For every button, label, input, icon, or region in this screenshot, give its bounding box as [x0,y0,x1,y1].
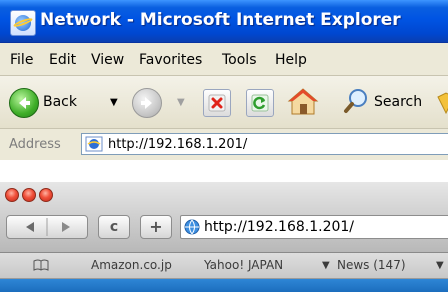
bookmark-yahoo[interactable]: Yahoo! JAPAN [204,258,283,272]
news-dropdown-icon[interactable]: ▼ [322,260,330,271]
menu-help[interactable]: Help [275,52,307,68]
ie-title-bar: Network - Microsoft Internet Explorer [0,0,448,43]
bookmark-news[interactable]: News (147) [337,258,406,272]
separator-gap [0,160,448,182]
menu-favorites[interactable]: Favorites [139,52,202,68]
safari-address-text[interactable]: http://192.168.1.201/ [204,219,354,235]
page-content-strip [0,279,448,292]
forward-button[interactable] [132,88,162,118]
minimize-window-button[interactable] [22,188,36,202]
bookmark-amazon[interactable]: Amazon.co.jp [91,258,172,272]
home-icon[interactable] [287,86,319,116]
ie-address-text[interactable]: http://192.168.1.201/ [108,137,247,152]
ie-window-title: Network - Microsoft Internet Explorer [40,10,401,30]
search-label[interactable]: Search [374,94,422,110]
safari-toolbar: c + http://192.168.1.201/ [0,182,448,253]
favorites-star-icon[interactable] [436,89,448,115]
back-button[interactable] [9,88,39,118]
address-label: Address [9,137,61,152]
refresh-icon [251,94,269,112]
stop-button[interactable] [203,89,231,117]
close-window-button[interactable] [5,188,19,202]
back-label: Back [43,94,77,110]
menu-file[interactable]: File [10,52,33,68]
safari-forward-icon[interactable] [59,221,73,233]
search-icon[interactable] [343,87,371,115]
reload-button[interactable]: c [98,215,130,239]
safari-window: c + http://192.168.1.201/ Amazon.co.jp Y… [0,182,448,292]
ie-page-icon [85,136,103,152]
ie-menu-bar: File Edit View Favorites Tools Help [0,43,448,76]
news-more-icon[interactable]: ▼ [436,260,444,271]
menu-edit[interactable]: Edit [49,52,76,68]
zoom-window-button[interactable] [39,188,53,202]
safari-back-icon[interactable] [23,221,37,233]
menu-view[interactable]: View [91,52,124,68]
stop-icon [208,94,226,112]
back-dropdown-icon[interactable]: ▼ [110,97,118,108]
back-forward-group [6,215,88,239]
refresh-button[interactable] [246,89,274,117]
forward-dropdown-icon[interactable]: ▼ [177,97,185,108]
back-arrow-icon [19,97,30,109]
menu-tools[interactable]: Tools [222,52,257,68]
globe-icon [184,219,200,235]
ie-logo-icon [10,10,36,36]
add-bookmark-button[interactable]: + [140,215,172,239]
bookmarks-book-icon[interactable] [33,259,49,271]
forward-arrow-icon [141,97,152,109]
ie-window: Network - Microsoft Internet Explorer Fi… [0,0,448,160]
